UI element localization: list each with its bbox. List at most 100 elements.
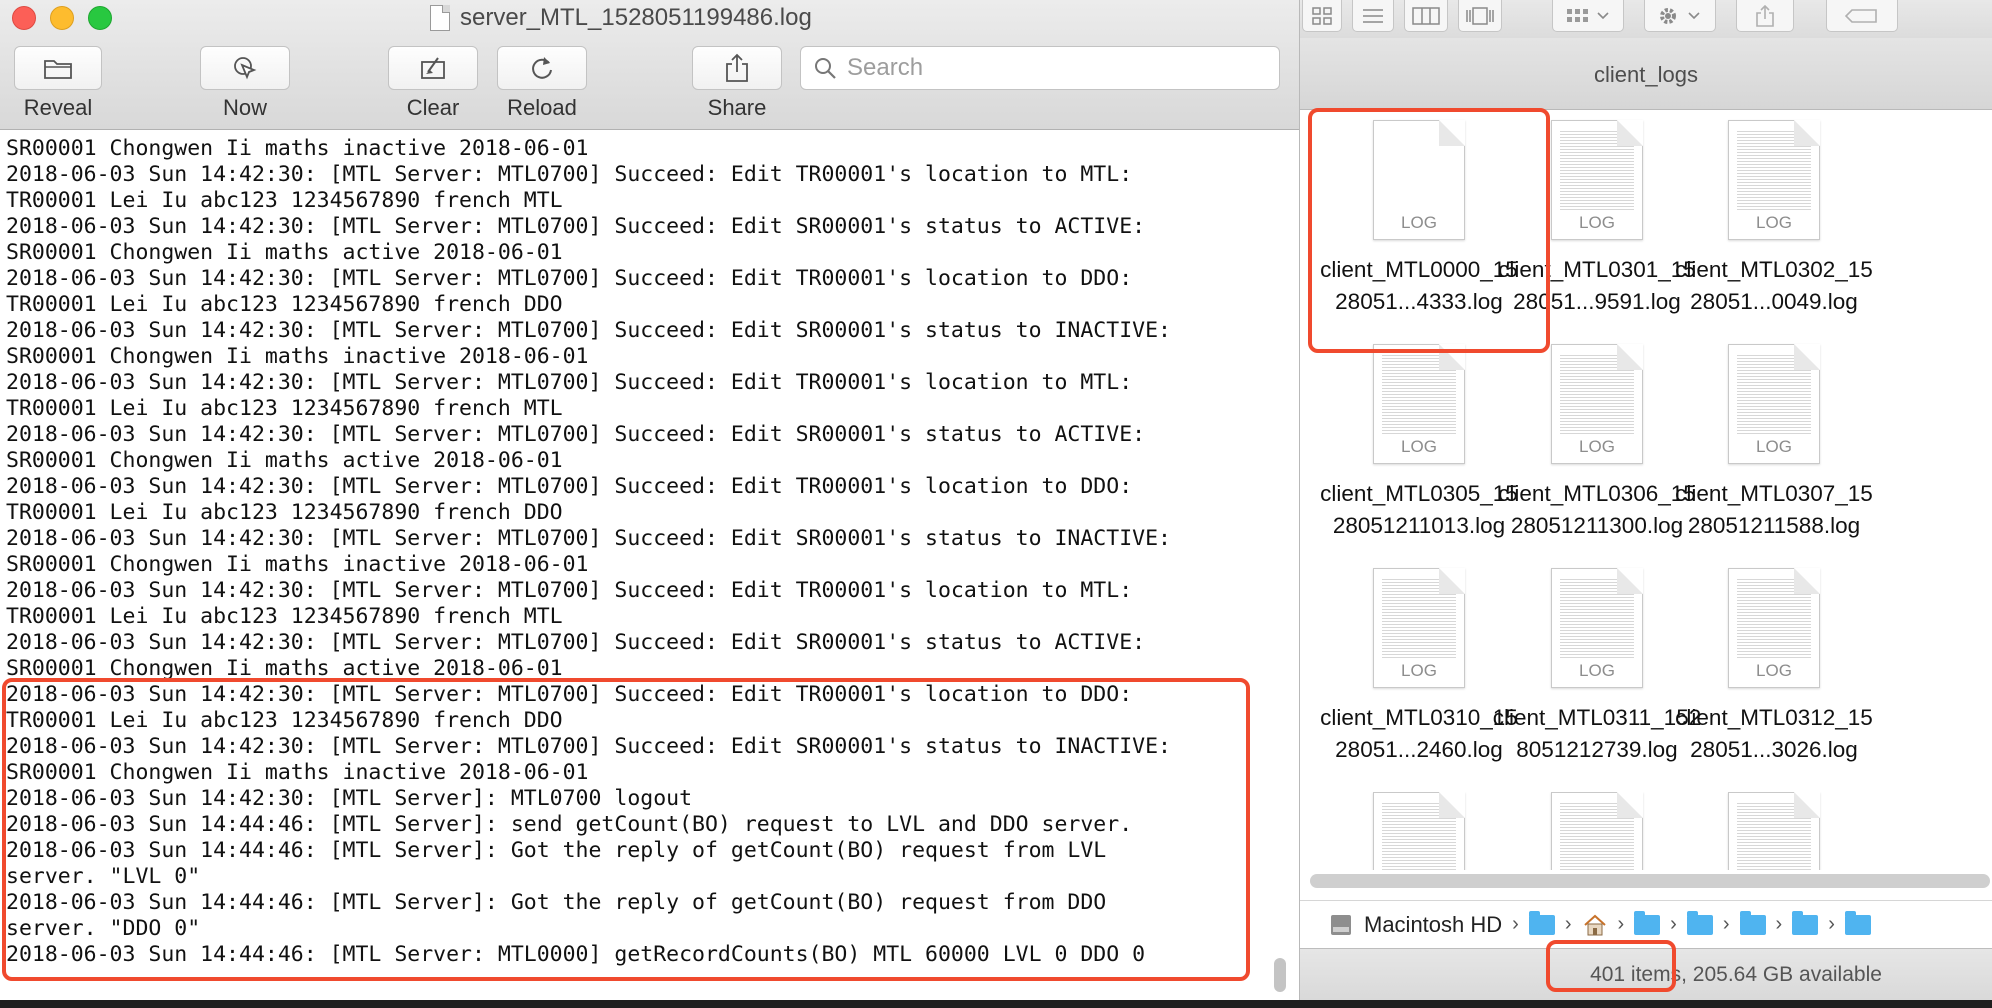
action-button[interactable] <box>1644 0 1716 32</box>
log-line: SR00001 Chongwen Ii maths inactive 2018-… <box>6 552 589 577</box>
file-type-label: LOG <box>1579 437 1615 456</box>
log-line: SR00001 Chongwen Ii maths inactive 2018-… <box>6 136 589 161</box>
column-view-button[interactable] <box>1404 0 1448 32</box>
log-file-icon: LOG <box>1551 344 1643 464</box>
log-line: TR00001 Lei Iu abc123 1234567890 french … <box>6 500 563 525</box>
share-icon <box>726 53 748 82</box>
path-folder-icon[interactable] <box>1739 910 1766 935</box>
log-line: TR00001 Lei Iu abc123 1234567890 french … <box>6 188 563 213</box>
share-label: Share <box>707 95 767 120</box>
log-line: 2018-06-03 Sun 14:42:30: [MTL Server: MT… <box>6 630 1146 655</box>
path-folder-icon[interactable] <box>1792 910 1819 935</box>
log-file-icon <box>1728 792 1820 870</box>
file-name: client_MTL0307_1528051211588.log <box>1675 481 1873 538</box>
path-separator-icon: › <box>1564 913 1572 935</box>
log-line: TR00001 Lei Iu abc123 1234567890 french … <box>6 604 563 629</box>
arrange-button[interactable] <box>1552 0 1624 32</box>
finder-share-button[interactable] <box>1736 0 1794 32</box>
close-window-button[interactable] <box>12 6 36 30</box>
log-line: 2018-06-03 Sun 14:42:30: [MTL Server: MT… <box>6 578 1133 603</box>
log-file-icon: LOG <box>1728 344 1820 464</box>
list-view-button[interactable] <box>1352 0 1394 32</box>
log-line: TR00001 Lei Iu abc123 1234567890 french … <box>6 396 563 421</box>
file-highlight-annotation <box>1308 108 1550 353</box>
log-file-icon: LOG <box>1551 568 1643 688</box>
gallery-view-button[interactable] <box>1458 0 1502 32</box>
status-highlight-annotation <box>1546 940 1676 992</box>
path-separator-icon: › <box>1617 913 1625 935</box>
log-file-icon: LOG <box>1728 120 1820 240</box>
file-type-label: LOG <box>1579 661 1615 680</box>
file-type-label: LOG <box>1756 437 1792 456</box>
path-volume[interactable]: Macintosh HD <box>1364 912 1502 938</box>
file-type-label: LOG <box>1756 213 1792 232</box>
reload-label: Reload <box>507 95 577 120</box>
log-file-icon <box>1551 792 1643 870</box>
log-file-icon: LOG <box>1373 344 1465 464</box>
desktop-strip <box>0 1000 1992 1008</box>
file-item[interactable]: LOG client_MTL0307_1528051211588.log <box>1669 344 1879 542</box>
log-line: 2018-06-03 Sun 14:42:30: [MTL Server: MT… <box>6 162 1133 187</box>
log-line: 2018-06-03 Sun 14:42:30: [MTL Server: MT… <box>6 474 1133 499</box>
icon-view-button[interactable] <box>1302 0 1342 32</box>
log-file-icon <box>1373 792 1465 870</box>
file-type-label: LOG <box>1401 437 1437 456</box>
now-button[interactable] <box>200 46 290 90</box>
file-type-label: LOG <box>1756 661 1792 680</box>
clear-label: Clear <box>406 95 460 120</box>
log-line: SR00001 Chongwen Ii maths active 2018-06… <box>6 240 563 265</box>
home-icon[interactable] <box>1582 913 1608 937</box>
log-line: SR00001 Chongwen Ii maths active 2018-06… <box>6 448 563 473</box>
finder-window: client_logs LOG client_MTL0000_1528051...… <box>1300 0 1992 1000</box>
reveal-label: Reveal <box>23 95 93 120</box>
log-line: 2018-06-03 Sun 14:42:30: [MTL Server: MT… <box>6 214 1146 239</box>
tag-icon <box>1844 8 1877 23</box>
file-type-label: LOG <box>1401 661 1437 680</box>
tag-button[interactable] <box>1826 0 1898 32</box>
file-item-partial[interactable] <box>1669 792 1879 870</box>
now-label: Now <box>222 95 267 120</box>
file-type-label: LOG <box>1579 213 1615 232</box>
zoom-window-button[interactable] <box>88 6 112 30</box>
grid-icon <box>1312 6 1332 25</box>
log-line: 2018-06-03 Sun 14:42:30: [MTL Server: MT… <box>6 266 1133 291</box>
path-folder-icon[interactable] <box>1634 910 1661 935</box>
folder-icon <box>44 60 72 79</box>
reload-button[interactable] <box>497 46 587 90</box>
log-line: SR00001 Chongwen Ii maths inactive 2018-… <box>6 344 589 369</box>
console-window: server_MTL_1528051199486.log Reveal Now <box>0 0 1300 1000</box>
path-folder-icon[interactable] <box>1844 910 1871 935</box>
log-scrollbar-thumb[interactable] <box>1274 958 1286 992</box>
path-separator-icon: › <box>1512 913 1519 935</box>
path-folder-icon[interactable] <box>1686 910 1713 935</box>
reload-icon <box>532 57 552 79</box>
file-item[interactable]: LOG client_MTL0302_1528051...0049.log <box>1669 120 1879 318</box>
broom-icon <box>421 57 445 79</box>
minimize-window-button[interactable] <box>50 6 74 30</box>
horizontal-scrollbar[interactable] <box>1310 874 1990 888</box>
path-separator-icon: › <box>1775 913 1783 935</box>
list-icon <box>1363 8 1383 23</box>
gallery-icon <box>1466 6 1494 25</box>
file-name: client_MTL0302_1528051...0049.log <box>1675 257 1873 314</box>
file-item[interactable]: LOG client_MTL0312_1528051...3026.log <box>1669 568 1879 766</box>
finder-toolbar <box>1300 0 1992 38</box>
share-icon <box>1756 4 1774 27</box>
log-line: 2018-06-03 Sun 14:42:30: [MTL Server: MT… <box>6 422 1146 447</box>
folder-title: client_logs <box>1300 38 1992 110</box>
cursor-arrow-icon <box>234 57 257 80</box>
log-file-icon: LOG <box>1551 120 1643 240</box>
share-button[interactable] <box>692 46 782 90</box>
search-input[interactable] <box>847 54 1247 82</box>
log-line: 2018-06-03 Sun 14:42:30: [MTL Server: MT… <box>6 526 1171 551</box>
clear-button[interactable] <box>388 46 478 90</box>
log-highlight-annotation <box>2 678 1250 981</box>
user-folder-icon[interactable] <box>1528 910 1555 935</box>
reveal-button[interactable] <box>14 46 102 90</box>
log-line: 2018-06-03 Sun 14:42:30: [MTL Server: MT… <box>6 370 1133 395</box>
search-field[interactable] <box>800 46 1280 90</box>
hard-drive-icon <box>1331 914 1351 935</box>
document-icon <box>430 5 450 31</box>
columns-icon <box>1412 6 1440 25</box>
file-name: client_MTL0312_1528051...3026.log <box>1675 705 1873 762</box>
